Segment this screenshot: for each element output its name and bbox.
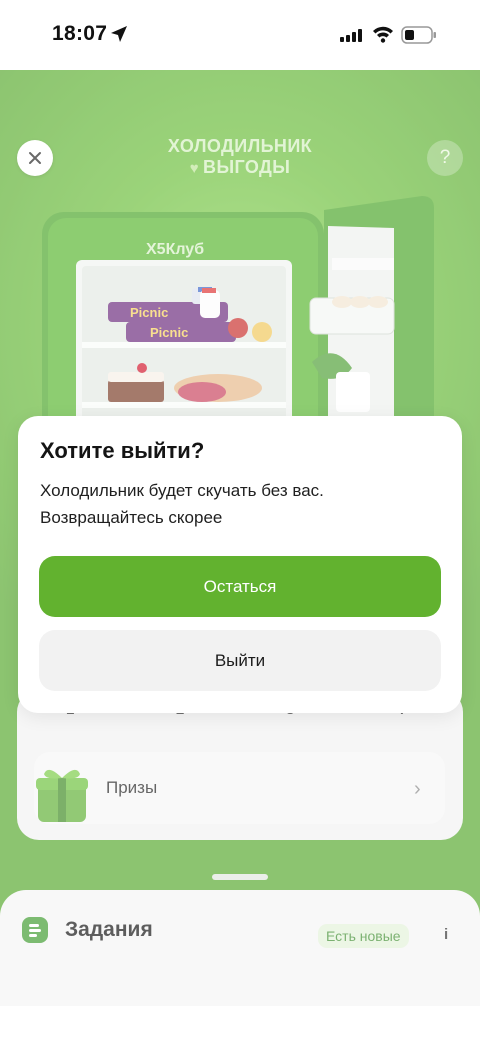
dialog-title: Хотите выйти?: [40, 438, 205, 463]
status-time: 18:07: [52, 22, 108, 45]
exit-dialog: Хотите выйти? Холодильник будет скучать …: [18, 416, 462, 713]
wifi-icon: [373, 26, 393, 43]
dialog-message-line-2: Возвращайтесь скорее: [40, 508, 223, 527]
stay-button[interactable]: Остаться: [39, 556, 441, 617]
battery-icon: [401, 26, 436, 44]
location-arrow-icon: [111, 26, 127, 42]
status-bar: 18:07: [0, 0, 480, 70]
home-indicator-area: [0, 1006, 480, 1043]
dialog-message-line-1: Холодильник будет скучать без вас.: [40, 481, 324, 500]
signal-icon: [340, 29, 362, 42]
exit-button[interactable]: Выйти: [39, 630, 441, 691]
dialog-message: Холодильник будет скучать без вас. Возвр…: [40, 477, 440, 531]
